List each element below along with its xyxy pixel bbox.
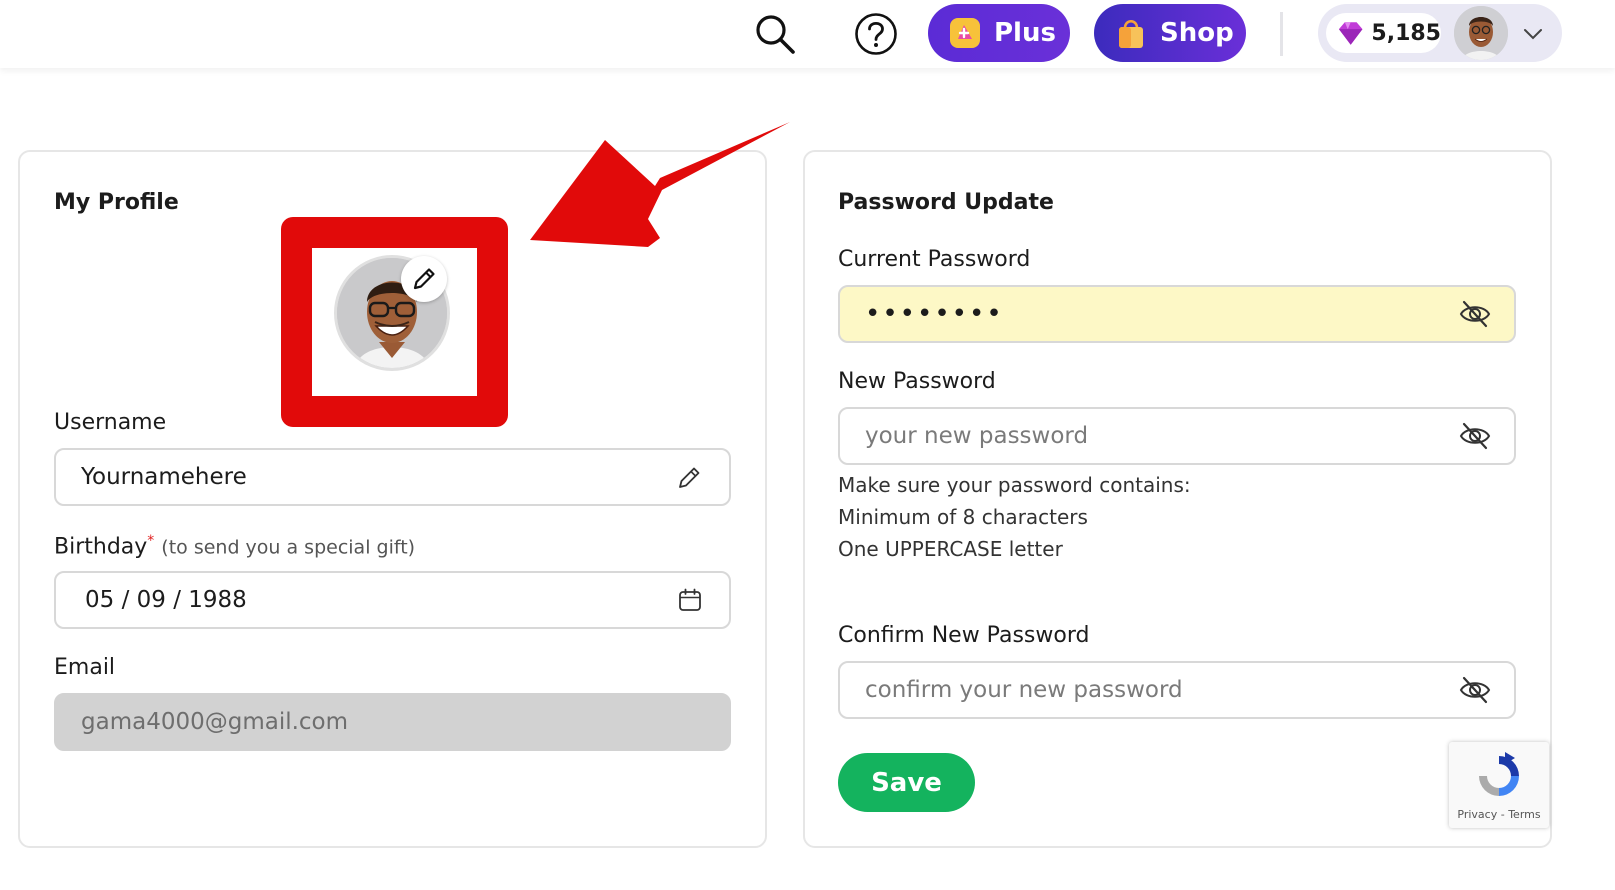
save-button[interactable]: Save <box>838 753 975 812</box>
gem-balance: 5,185 <box>1326 13 1441 53</box>
email-label: Email <box>54 655 116 680</box>
recaptcha-badge[interactable]: Privacy - Terms <box>1449 742 1549 828</box>
calendar-icon <box>679 588 701 611</box>
birthday-label: Birthday* (to send you a special gift) <box>54 533 415 559</box>
eye-off-icon <box>1459 422 1491 450</box>
header-divider <box>1280 12 1283 56</box>
toggle-visibility-button[interactable] <box>1458 297 1492 331</box>
password-hint-uppercase: One UPPERCASE letter <box>838 537 1063 561</box>
calendar-button[interactable] <box>673 583 707 617</box>
edit-avatar-button[interactable] <box>401 256 447 302</box>
recaptcha-icon <box>1479 752 1519 796</box>
current-password-value: •••••••• <box>865 299 1004 329</box>
pencil-icon <box>679 467 700 488</box>
search-button[interactable] <box>750 10 800 58</box>
recaptcha-links[interactable]: Privacy - Terms <box>1449 808 1549 821</box>
shop-button[interactable]: Shop <box>1094 4 1246 62</box>
user-portrait-icon <box>1454 6 1508 60</box>
email-field: gama4000@gmail.com <box>54 693 731 751</box>
top-bar: Plus Shop 5,185 <box>0 0 1615 68</box>
current-password-label: Current Password <box>838 247 1031 272</box>
profile-title: My Profile <box>54 190 179 215</box>
gem-icon <box>1338 22 1363 45</box>
required-marker: * <box>147 533 155 549</box>
new-password-label: New Password <box>838 369 996 394</box>
birthday-field[interactable]: 05 / 09 / 1988 <box>54 571 731 629</box>
eye-off-icon <box>1459 300 1491 328</box>
plus-badge-icon <box>948 16 982 50</box>
shop-label: Shop <box>1160 18 1234 48</box>
toggle-visibility-button[interactable] <box>1458 419 1492 453</box>
password-hint-min-length: Minimum of 8 characters <box>838 505 1088 529</box>
password-title: Password Update <box>838 190 1054 215</box>
username-field[interactable]: Yournamehere <box>54 448 731 506</box>
birthday-label-text: Birthday <box>54 534 148 560</box>
email-value: gama4000@gmail.com <box>81 709 349 735</box>
confirm-password-label: Confirm New Password <box>838 623 1090 648</box>
confirm-password-field[interactable]: confirm your new password <box>838 661 1516 719</box>
shopping-bag-icon <box>1114 16 1148 50</box>
plus-label: Plus <box>994 18 1056 48</box>
birthday-value: 05 / 09 / 1988 <box>85 587 247 613</box>
toggle-visibility-button[interactable] <box>1458 673 1492 707</box>
gem-count: 5,185 <box>1371 20 1441 46</box>
username-label: Username <box>54 410 167 435</box>
plus-button[interactable]: Plus <box>928 4 1070 62</box>
password-hint-intro: Make sure your password contains: <box>838 473 1191 497</box>
new-password-placeholder: your new password <box>865 423 1089 449</box>
edit-username-button[interactable] <box>673 460 707 494</box>
avatar[interactable] <box>1454 6 1508 60</box>
eye-off-icon <box>1459 676 1491 704</box>
confirm-password-placeholder: confirm your new password <box>865 677 1183 703</box>
search-icon <box>756 15 795 54</box>
current-password-field[interactable]: •••••••• <box>838 285 1516 343</box>
birthday-note: (to send you a special gift) <box>161 536 416 559</box>
help-icon <box>855 13 897 55</box>
new-password-field[interactable]: your new password <box>838 407 1516 465</box>
chevron-down-icon[interactable] <box>1521 22 1545 46</box>
username-value: Yournamehere <box>81 464 247 490</box>
pencil-icon <box>413 268 435 290</box>
account-menu[interactable]: 5,185 <box>1318 4 1562 62</box>
help-button[interactable] <box>852 10 900 58</box>
